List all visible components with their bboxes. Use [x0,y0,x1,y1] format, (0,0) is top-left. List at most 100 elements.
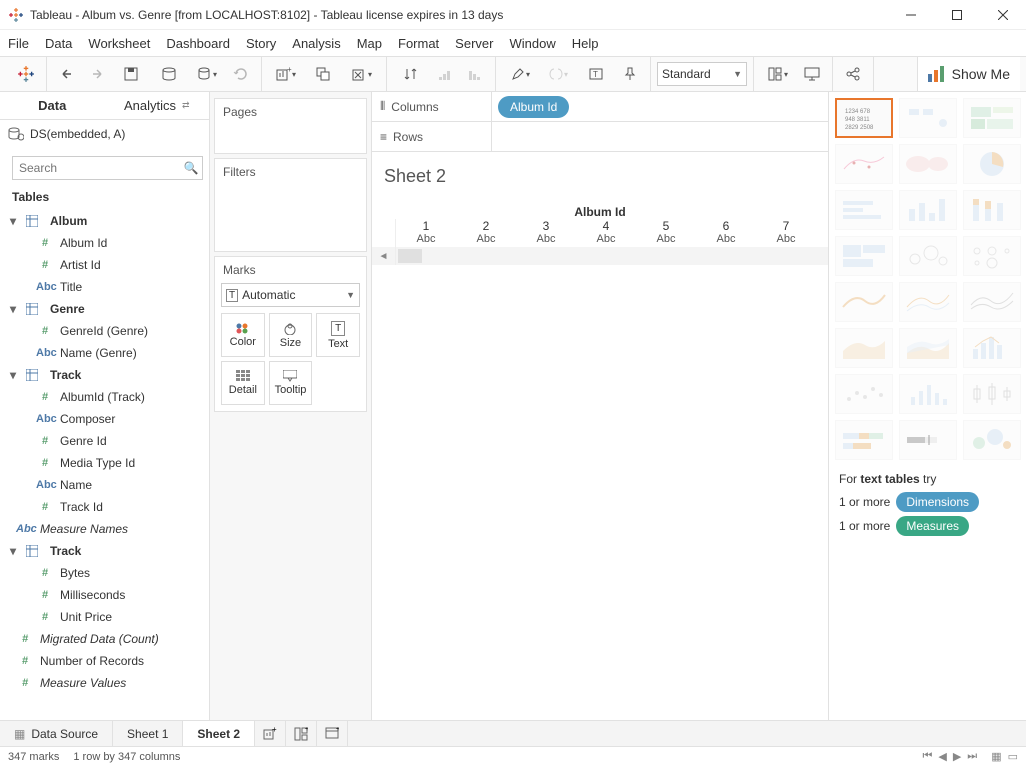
field-unit-price[interactable]: #Unit Price [0,606,209,628]
presentation-button[interactable] [798,60,826,88]
save-button[interactable] [113,60,149,88]
menu-story[interactable]: Story [246,36,276,51]
data-cell[interactable] [398,249,422,263]
highlight-button[interactable]: ▾ [502,60,538,88]
share-button[interactable] [839,60,867,88]
field-name-genre-[interactable]: AbcName (Genre) [0,342,209,364]
showme-thumb-3[interactable] [835,144,893,184]
field-measure-names[interactable]: AbcMeasure Names [0,518,209,540]
tab-sheet1[interactable]: Sheet 1 [113,721,183,746]
showme-thumb-2[interactable] [963,98,1021,138]
datasource-row[interactable]: DS(embedded, A) [0,120,209,148]
table-album[interactable]: ▾Album [0,210,209,232]
field-number-of-records[interactable]: #Number of Records [0,650,209,672]
showme-thumb-21[interactable] [835,420,893,460]
showme-thumb-19[interactable] [899,374,957,414]
field-measure-values[interactable]: #Measure Values [0,672,209,694]
menu-map[interactable]: Map [357,36,382,51]
fit-selector[interactable]: Standard ▼ [657,62,747,86]
new-story-tab[interactable]: + [317,721,348,746]
table-genre[interactable]: ▾Genre [0,298,209,320]
tab-analytics[interactable]: Analytics⇄ [105,92,210,119]
new-datasource-button[interactable] [151,60,187,88]
nav-last[interactable]: ⏭ [967,750,977,763]
col-header[interactable]: 7 [756,219,816,233]
view-tabs[interactable]: ▭ [1008,750,1018,763]
rows-shelf[interactable]: ≡Rows [372,122,828,152]
nav-first[interactable]: ⏮ [922,750,932,763]
field-artist-id[interactable]: #Artist Id [0,254,209,276]
table-track[interactable]: ▾Track [0,540,209,562]
field-title[interactable]: AbcTitle [0,276,209,298]
field-album-id[interactable]: #Album Id [0,232,209,254]
showme-thumb-23[interactable] [963,420,1021,460]
showme-toggle[interactable]: Show Me [917,57,1020,91]
tab-sheet2[interactable]: Sheet 2 [183,721,255,746]
menu-server[interactable]: Server [455,36,493,51]
showme-thumb-7[interactable] [899,190,957,230]
menu-worksheet[interactable]: Worksheet [88,36,150,51]
showme-thumb-0[interactable]: 1234 678948 38112829 2508 [835,98,893,138]
menu-file[interactable]: File [8,36,29,51]
field-track-id[interactable]: #Track Id [0,496,209,518]
redo-button[interactable] [83,60,111,88]
showme-thumb-4[interactable] [899,144,957,184]
sheet-title[interactable]: Sheet 2 [372,152,828,201]
search-icon[interactable]: 🔍 [180,161,202,175]
search-input[interactable] [13,157,180,179]
showme-thumb-20[interactable] [963,374,1021,414]
menu-window[interactable]: Window [509,36,555,51]
menu-analysis[interactable]: Analysis [292,36,340,51]
mark-color-button[interactable]: Color [221,313,265,357]
new-dashboard-tab[interactable]: + [286,721,317,746]
showme-thumb-13[interactable] [899,282,957,322]
maximize-button[interactable] [934,0,980,30]
field-genreid-genre-[interactable]: #GenreId (Genre) [0,320,209,342]
col-header[interactable]: 6 [696,219,756,233]
menu-dashboard[interactable]: Dashboard [166,36,230,51]
showme-thumb-5[interactable] [963,144,1021,184]
undo-button[interactable] [53,60,81,88]
showme-thumb-9[interactable] [835,236,893,276]
field-genre-id[interactable]: #Genre Id [0,430,209,452]
showme-thumb-12[interactable] [835,282,893,322]
tableau-icon[interactable] [12,60,40,88]
showme-thumb-17[interactable] [963,328,1021,368]
pill-album-id[interactable]: Album Id [498,96,569,118]
showme-thumb-16[interactable] [899,328,957,368]
mark-text-button[interactable]: TText [316,313,360,357]
mark-tooltip-button[interactable]: Tooltip [269,361,313,405]
new-worksheet-button[interactable]: +▾ [268,60,304,88]
field-name[interactable]: AbcName [0,474,209,496]
group-button[interactable]: ▾ [540,60,576,88]
duplicate-button[interactable] [306,60,342,88]
field-media-type-id[interactable]: #Media Type Id [0,452,209,474]
showme-thumb-11[interactable] [963,236,1021,276]
field-composer[interactable]: AbcComposer [0,408,209,430]
col-header[interactable]: 1 [396,219,456,233]
showme-thumb-1[interactable] [899,98,957,138]
view-filmstrip[interactable]: ▦ [991,750,1001,763]
tab-datasource[interactable]: ▦Data Source [0,721,113,746]
field-milliseconds[interactable]: #Milliseconds [0,584,209,606]
clear-button[interactable]: ▾ [344,60,380,88]
pin-button[interactable] [616,60,644,88]
showme-thumb-18[interactable] [835,374,893,414]
sort-asc-button[interactable] [431,60,459,88]
showme-thumb-22[interactable] [899,420,957,460]
refresh-button[interactable] [227,60,255,88]
nav-next[interactable]: ▶ [953,750,961,763]
menu-help[interactable]: Help [572,36,599,51]
mark-size-button[interactable]: Size [269,313,313,357]
showme-thumb-8[interactable] [963,190,1021,230]
pages-shelf[interactable]: Pages [214,98,367,154]
scroll-left-button[interactable]: ◄ [372,247,396,265]
showme-thumb-15[interactable] [835,328,893,368]
field-bytes[interactable]: #Bytes [0,562,209,584]
new-worksheet-tab[interactable]: + [255,721,286,746]
menu-format[interactable]: Format [398,36,439,51]
showme-thumb-10[interactable] [899,236,957,276]
showme-thumb-6[interactable] [835,190,893,230]
swap-button[interactable] [393,60,429,88]
label-button[interactable]: T [578,60,614,88]
